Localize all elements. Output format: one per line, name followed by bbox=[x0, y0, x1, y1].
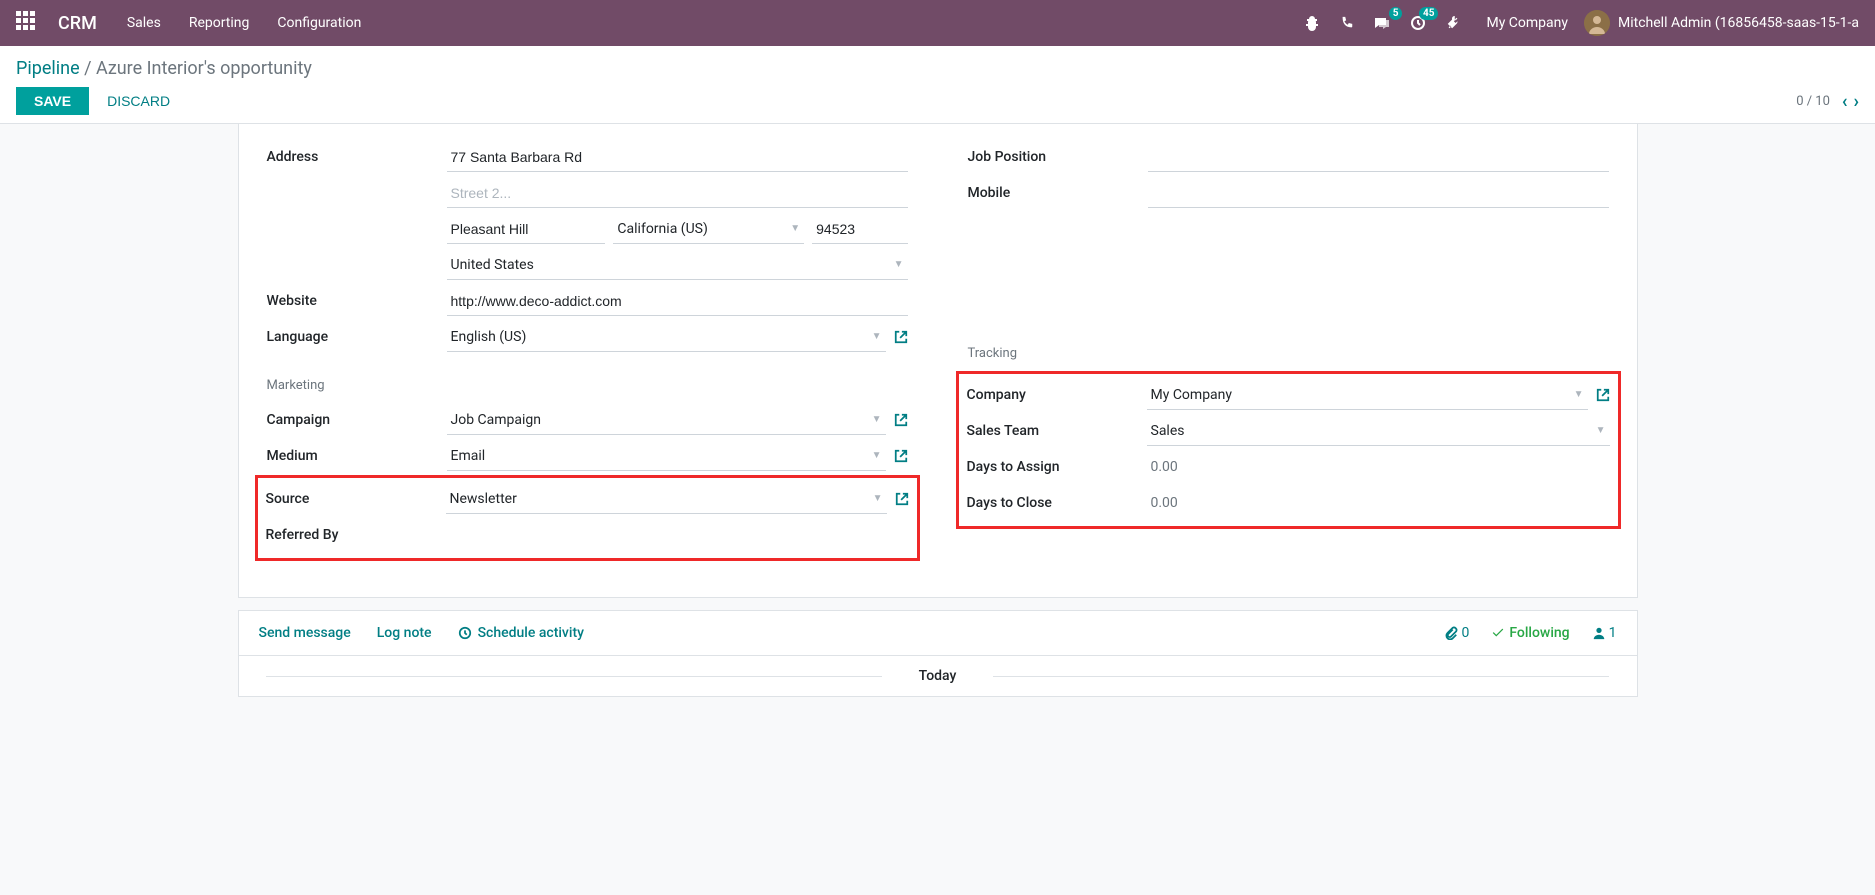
website-label: Website bbox=[267, 293, 447, 309]
website-input[interactable] bbox=[447, 287, 908, 316]
campaign-select[interactable]: Job Campaign ▼ bbox=[447, 406, 886, 435]
team-select[interactable]: Sales ▼ bbox=[1147, 417, 1610, 446]
send-message-button[interactable]: Send message bbox=[259, 625, 351, 641]
clock-icon bbox=[458, 626, 472, 640]
chevron-down-icon: ▼ bbox=[872, 414, 882, 425]
highlight-box-right: Company My Company ▼ Sales Team bbox=[956, 371, 1621, 529]
check-icon bbox=[1491, 626, 1505, 640]
user-icon bbox=[1592, 626, 1606, 640]
save-button[interactable]: SAVE bbox=[16, 87, 89, 115]
street-input[interactable] bbox=[447, 143, 908, 172]
external-link-icon[interactable] bbox=[894, 412, 908, 428]
control-panel: Pipeline / Azure Interior's opportunity … bbox=[0, 46, 1875, 124]
company-select[interactable]: My Company ▼ bbox=[1147, 381, 1588, 410]
nav-sales[interactable]: Sales bbox=[127, 15, 161, 31]
form-right-column: Job Position Mobile Tracking Company My … bbox=[968, 140, 1609, 561]
discard-button[interactable]: DISCARD bbox=[107, 93, 170, 109]
highlight-box-left: Source Newsletter ▼ Referred By bbox=[255, 475, 920, 561]
city-input[interactable] bbox=[447, 215, 606, 244]
navbar: CRM Sales Reporting Configuration 5 45 M… bbox=[0, 0, 1875, 46]
job-label: Job Position bbox=[968, 149, 1148, 165]
days-close-value: 0.00 bbox=[1147, 489, 1610, 517]
pager-prev-icon[interactable]: ‹ bbox=[1842, 91, 1848, 112]
medium-label: Medium bbox=[267, 448, 447, 464]
chevron-down-icon: ▼ bbox=[790, 223, 800, 234]
user-menu[interactable]: Mitchell Admin (16856458-saas-15-1-a bbox=[1584, 10, 1859, 36]
campaign-label: Campaign bbox=[267, 412, 447, 428]
brand[interactable]: CRM bbox=[58, 13, 97, 34]
chevron-down-icon: ▼ bbox=[873, 493, 883, 504]
apps-icon[interactable] bbox=[16, 11, 40, 35]
paperclip-icon bbox=[1444, 626, 1458, 640]
tracking-title: Tracking bbox=[968, 346, 1609, 361]
phone-icon[interactable] bbox=[1340, 16, 1354, 30]
marketing-title: Marketing bbox=[267, 378, 908, 393]
chevron-down-icon: ▼ bbox=[894, 259, 904, 270]
street2-input[interactable] bbox=[447, 179, 908, 208]
external-link-icon[interactable] bbox=[894, 448, 908, 464]
breadcrumb: Pipeline / Azure Interior's opportunity bbox=[16, 54, 1859, 87]
user-name: Mitchell Admin (16856458-saas-15-1-a bbox=[1618, 15, 1859, 31]
state-select[interactable]: California (US) ▼ bbox=[613, 215, 804, 244]
schedule-activity-button[interactable]: Schedule activity bbox=[458, 625, 584, 641]
breadcrumb-current: Azure Interior's opportunity bbox=[96, 58, 312, 79]
breadcrumb-parent[interactable]: Pipeline bbox=[16, 58, 80, 79]
days-close-label: Days to Close bbox=[967, 495, 1147, 511]
nav-reporting[interactable]: Reporting bbox=[189, 15, 250, 31]
mobile-label: Mobile bbox=[968, 185, 1148, 201]
company-selector[interactable]: My Company bbox=[1486, 15, 1568, 31]
mobile-input[interactable] bbox=[1148, 179, 1609, 208]
team-label: Sales Team bbox=[967, 423, 1147, 439]
following-button[interactable]: Following bbox=[1491, 625, 1569, 641]
source-label: Source bbox=[266, 491, 446, 507]
country-select[interactable]: United States ▼ bbox=[447, 251, 908, 280]
pager-next-icon[interactable]: › bbox=[1854, 91, 1859, 112]
chevron-down-icon: ▼ bbox=[1574, 389, 1584, 400]
source-select[interactable]: Newsletter ▼ bbox=[446, 485, 887, 514]
chevron-down-icon: ▼ bbox=[872, 450, 882, 461]
days-assign-label: Days to Assign bbox=[967, 459, 1147, 475]
referred-label: Referred By bbox=[266, 527, 446, 543]
log-note-button[interactable]: Log note bbox=[377, 625, 432, 641]
address-label: Address bbox=[267, 149, 447, 165]
debug-icon[interactable] bbox=[1304, 15, 1320, 31]
language-select[interactable]: English (US) ▼ bbox=[447, 323, 886, 352]
form-sheet: Address California (US) bbox=[238, 124, 1638, 598]
zip-input[interactable] bbox=[812, 215, 907, 244]
external-link-icon[interactable] bbox=[895, 491, 909, 507]
company-label: Company bbox=[967, 387, 1147, 403]
external-link-icon[interactable] bbox=[1596, 387, 1610, 403]
user-avatar-icon bbox=[1584, 10, 1610, 36]
chatter-today-separator: Today bbox=[239, 656, 1637, 696]
external-link-icon[interactable] bbox=[894, 329, 908, 345]
job-input[interactable] bbox=[1148, 143, 1609, 172]
form-left-column: Address California (US) bbox=[267, 140, 908, 561]
activities-icon[interactable]: 45 bbox=[1410, 15, 1426, 31]
chevron-down-icon: ▼ bbox=[872, 331, 882, 342]
followers-button[interactable]: 1 bbox=[1592, 625, 1617, 641]
referred-input[interactable] bbox=[446, 521, 909, 549]
chatter: Send message Log note Schedule activity … bbox=[238, 610, 1638, 697]
attachments-button[interactable]: 0 bbox=[1444, 625, 1469, 641]
chevron-down-icon: ▼ bbox=[1596, 425, 1606, 436]
pager[interactable]: 0 / 10 bbox=[1796, 94, 1830, 109]
messages-badge: 5 bbox=[1389, 7, 1403, 20]
nav-configuration[interactable]: Configuration bbox=[277, 15, 361, 31]
language-label: Language bbox=[267, 329, 447, 345]
medium-select[interactable]: Email ▼ bbox=[447, 442, 886, 471]
days-assign-value: 0.00 bbox=[1147, 453, 1610, 481]
tools-icon[interactable] bbox=[1446, 16, 1460, 30]
messages-icon[interactable]: 5 bbox=[1374, 15, 1390, 31]
activities-badge: 45 bbox=[1419, 7, 1438, 20]
